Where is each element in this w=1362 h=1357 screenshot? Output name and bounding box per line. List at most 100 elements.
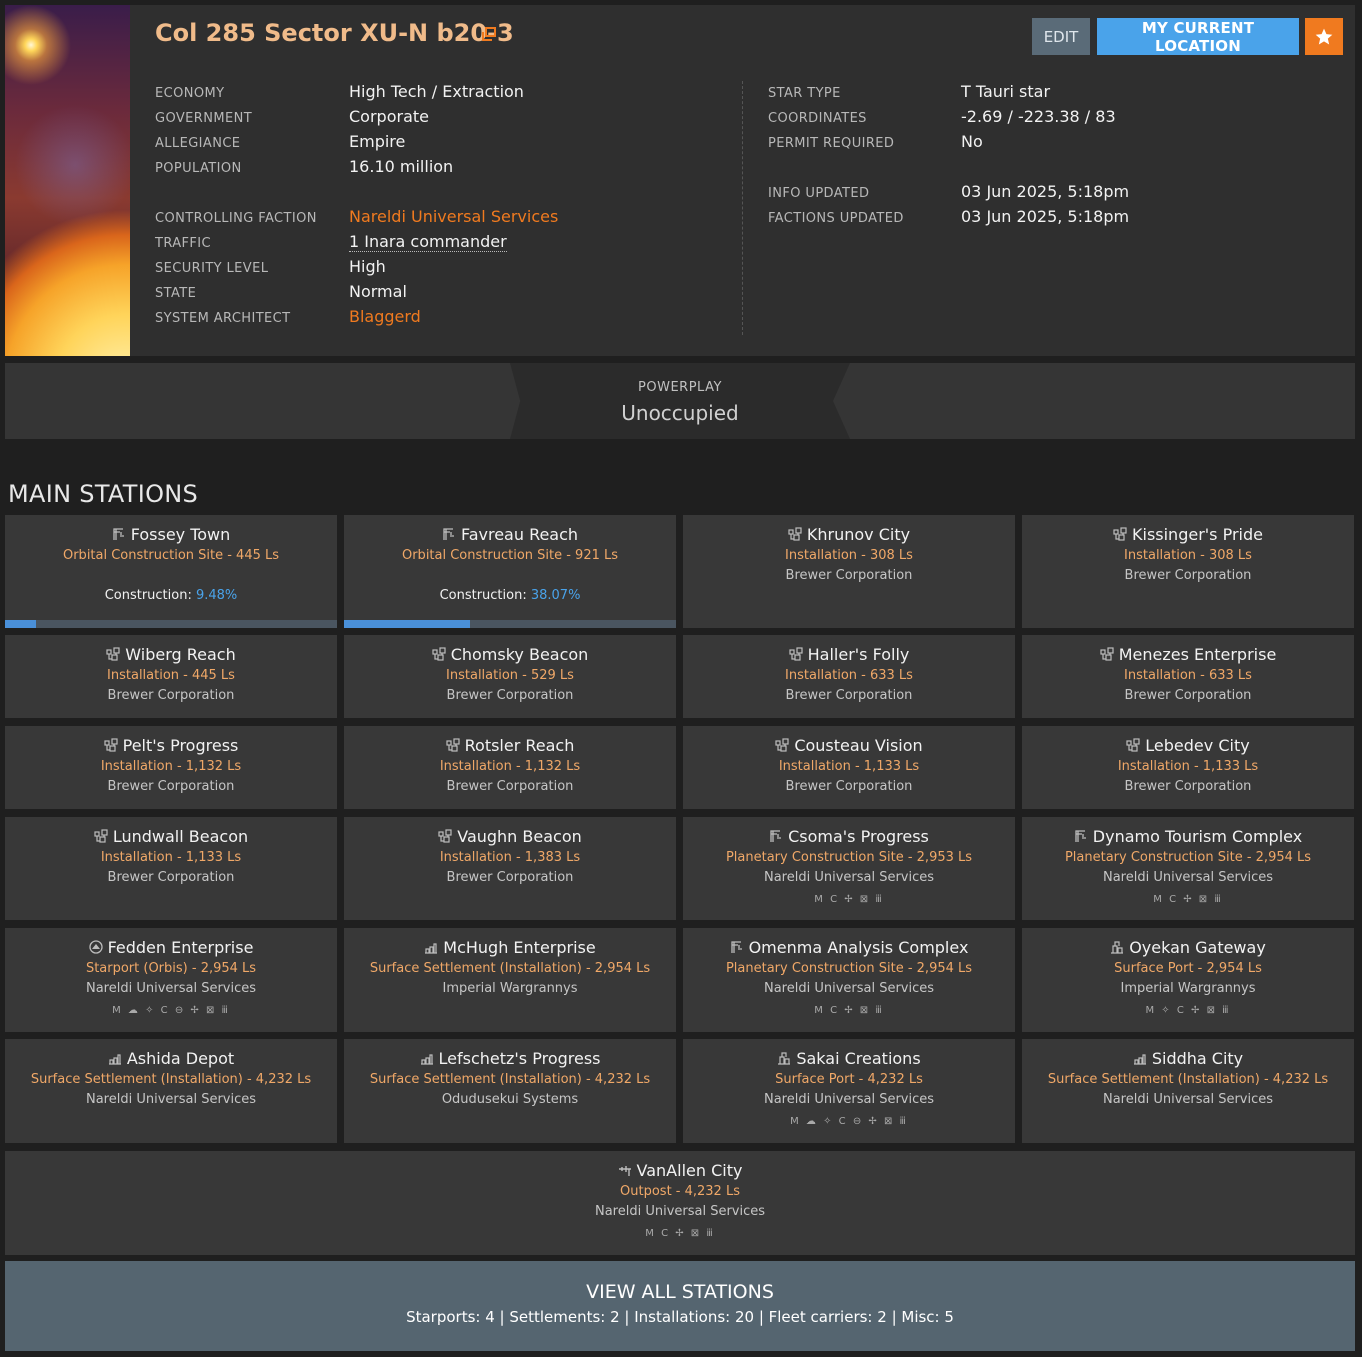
installation-icon [775, 736, 794, 755]
station-owner[interactable]: Brewer Corporation [683, 779, 1015, 794]
external-link-icon[interactable] [482, 27, 496, 41]
station-card[interactable]: Kissinger's Pride Installation - 308 Ls Br… [1022, 515, 1354, 628]
station-card[interactable]: Dynamo Tourism Complex Planetary Construc… [1022, 817, 1354, 920]
station-owner[interactable]: Imperial Wargrannys [1022, 981, 1354, 996]
installation-icon [106, 645, 125, 664]
edit-button[interactable]: EDIT [1032, 18, 1090, 55]
station-name[interactable]: Rotsler Reach [344, 736, 676, 755]
info-value[interactable]: Nareldi Universal Services [349, 207, 558, 226]
station-name[interactable]: Kissinger's Pride [1022, 525, 1354, 544]
station-services-icons: M ✧ C ✢ ⊠ ⅲ [1145, 1005, 1231, 1016]
view-all-title: VIEW ALL STATIONS [586, 1281, 774, 1303]
station-card[interactable]: Ashida Depot Surface Settlement (Installa… [5, 1039, 337, 1143]
station-card[interactable]: Chomsky Beacon Installation - 529 Ls Brewe… [344, 635, 676, 718]
station-card[interactable]: Oyekan Gateway Surface Port - 2,954 Ls Imp… [1022, 928, 1354, 1032]
outpost-icon [618, 1161, 637, 1180]
station-owner[interactable]: Brewer Corporation [1022, 568, 1354, 583]
powerplay-value: Unoccupied [621, 401, 739, 425]
construction-site-icon [769, 827, 788, 846]
station-owner[interactable]: Odudusekui Systems [344, 1092, 676, 1107]
station-owner[interactable]: Nareldi Universal Services [5, 981, 337, 996]
station-owner[interactable]: Brewer Corporation [683, 688, 1015, 703]
station-name[interactable]: Csoma's Progress [683, 827, 1015, 846]
station-owner[interactable]: Imperial Wargrannys [344, 981, 676, 996]
station-name[interactable]: Dynamo Tourism Complex [1022, 827, 1354, 846]
station-card[interactable]: Lebedev City Installation - 1,133 Ls Brewe… [1022, 726, 1354, 809]
station-card[interactable]: McHugh Enterprise Surface Settlement (Ins… [344, 928, 676, 1032]
station-card[interactable]: Pelt's Progress Installation - 1,132 Ls Br… [5, 726, 337, 809]
station-card[interactable]: Favreau Reach Orbital Construction Site -… [344, 515, 676, 628]
station-card[interactable]: Wiberg Reach Installation - 445 Ls Brewer … [5, 635, 337, 718]
info-value: High [349, 257, 386, 276]
station-name[interactable]: Pelt's Progress [5, 736, 337, 755]
station-card[interactable]: Cousteau Vision Installation - 1,133 Ls Br… [683, 726, 1015, 809]
station-owner[interactable]: Nareldi Universal Services [1022, 1092, 1354, 1107]
station-owner[interactable]: Nareldi Universal Services [683, 870, 1015, 885]
star-image [5, 5, 130, 356]
station-name[interactable]: Menezes Enterprise [1022, 645, 1354, 664]
station-card[interactable]: Fedden Enterprise Starport (Orbis) - 2,95… [5, 928, 337, 1032]
station-name[interactable]: Fossey Town [5, 525, 337, 544]
station-card[interactable]: Haller's Folly Installation - 633 Ls Brewe… [683, 635, 1015, 718]
info-label: TRAFFIC [155, 236, 212, 251]
station-name[interactable]: Fedden Enterprise [5, 938, 337, 957]
station-name[interactable]: Oyekan Gateway [1022, 938, 1354, 957]
station-name[interactable]: Vaughn Beacon [344, 827, 676, 846]
station-name[interactable]: Siddha City [1022, 1049, 1354, 1068]
favorite-button[interactable] [1305, 18, 1343, 55]
station-owner[interactable]: Nareldi Universal Services [683, 981, 1015, 996]
station-owner[interactable]: Nareldi Universal Services [5, 1092, 337, 1107]
my-current-location-button[interactable]: MY CURRENT LOCATION [1097, 18, 1299, 55]
construction-progress: Construction: 9.48% [5, 588, 337, 603]
system-name[interactable]: Col 285 Sector XU-N b20-3 [155, 19, 514, 47]
station-card[interactable]: Vaughn Beacon Installation - 1,383 Ls Brew… [344, 817, 676, 920]
station-card[interactable]: Sakai Creations Surface Port - 4,232 Ls Na… [683, 1039, 1015, 1143]
station-owner[interactable]: Brewer Corporation [1022, 688, 1354, 703]
station-name[interactable]: Chomsky Beacon [344, 645, 676, 664]
station-owner[interactable]: Brewer Corporation [344, 688, 676, 703]
station-name[interactable]: McHugh Enterprise [344, 938, 676, 957]
station-owner[interactable]: Nareldi Universal Services [683, 1092, 1015, 1107]
station-owner[interactable]: Brewer Corporation [683, 568, 1015, 583]
station-card[interactable]: Siddha City Surface Settlement (Installat… [1022, 1039, 1354, 1143]
station-card[interactable]: Rotsler Reach Installation - 1,132 Ls Brew… [344, 726, 676, 809]
station-card[interactable]: Omenma Analysis Complex Planetary Constru… [683, 928, 1015, 1032]
station-name[interactable]: Khrunov City [683, 525, 1015, 544]
station-type: Surface Settlement (Installation) - 2,95… [369, 961, 651, 976]
station-owner[interactable]: Brewer Corporation [344, 870, 676, 885]
station-card[interactable]: VanAllen City Outpost - 4,232 Ls Nareldi U… [5, 1151, 1355, 1255]
powerplay-panel: POWERPLAY Unoccupied [5, 363, 1355, 439]
station-card[interactable]: Lefschetz's Progress Surface Settlement (… [344, 1039, 676, 1143]
station-name-text: VanAllen City [636, 1161, 743, 1180]
station-name[interactable]: Haller's Folly [683, 645, 1015, 664]
station-card[interactable]: Csoma's Progress Planetary Construction S… [683, 817, 1015, 920]
station-name[interactable]: Ashida Depot [5, 1049, 337, 1068]
station-name[interactable]: Lebedev City [1022, 736, 1354, 755]
station-owner[interactable]: Brewer Corporation [5, 779, 337, 794]
station-card[interactable]: Fossey Town Orbital Construction Site - 4… [5, 515, 337, 628]
station-name[interactable]: Sakai Creations [683, 1049, 1015, 1068]
station-owner[interactable]: Brewer Corporation [1022, 779, 1354, 794]
station-name[interactable]: VanAllen City [5, 1161, 1355, 1180]
station-name[interactable]: Lefschetz's Progress [344, 1049, 676, 1068]
station-name-text: Khrunov City [806, 525, 911, 544]
station-owner[interactable]: Brewer Corporation [344, 779, 676, 794]
station-type: Installation - 308 Ls [1124, 548, 1252, 563]
info-value[interactable]: 1 Inara commander [349, 232, 507, 252]
station-owner[interactable]: Nareldi Universal Services [5, 1204, 1355, 1219]
station-card[interactable]: Khrunov City Installation - 308 Ls Brewer … [683, 515, 1015, 628]
station-card[interactable]: Menezes Enterprise Installation - 633 Ls B… [1022, 635, 1354, 718]
station-name[interactable]: Cousteau Vision [683, 736, 1015, 755]
station-name[interactable]: Wiberg Reach [5, 645, 337, 664]
station-name-text: Fedden Enterprise [107, 938, 254, 957]
station-services-icons: M ☁ ✧ C ⊖ ✢ ⊠ ⅲ [112, 1005, 230, 1016]
station-owner[interactable]: Brewer Corporation [5, 688, 337, 703]
station-name[interactable]: Omenma Analysis Complex [683, 938, 1015, 957]
station-owner[interactable]: Nareldi Universal Services [1022, 870, 1354, 885]
station-name[interactable]: Lundwall Beacon [5, 827, 337, 846]
station-card[interactable]: Lundwall Beacon Installation - 1,133 Ls Br… [5, 817, 337, 920]
station-name[interactable]: Favreau Reach [344, 525, 676, 544]
station-owner[interactable]: Brewer Corporation [5, 870, 337, 885]
info-value[interactable]: Blaggerd [349, 307, 421, 326]
view-all-stations-button[interactable]: VIEW ALL STATIONS Starports: 4 | Settlem… [5, 1261, 1355, 1351]
